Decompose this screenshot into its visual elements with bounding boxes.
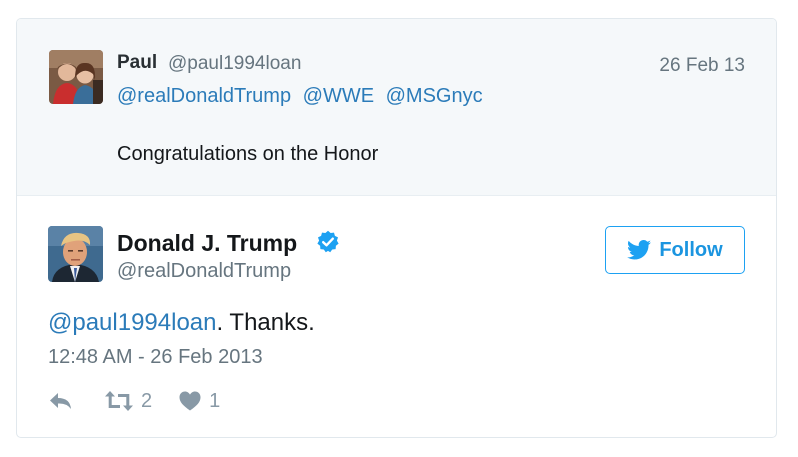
tweet-body-text: . Thanks. bbox=[216, 309, 315, 336]
tweet-timestamp[interactable]: 12:48 AM - 26 Feb 2013 bbox=[48, 346, 263, 369]
parent-tweet[interactable]: Paul @paul1994loan 26 Feb 13 @realDonald… bbox=[17, 19, 776, 196]
embedded-tweet-card: Paul @paul1994loan 26 Feb 13 @realDonald… bbox=[16, 18, 777, 438]
tweet-actions: 2 1 bbox=[48, 389, 220, 413]
retweet-count: 2 bbox=[141, 389, 153, 412]
verified-badge-icon bbox=[317, 230, 339, 253]
parent-tweet-date[interactable]: 26 Feb 13 bbox=[659, 55, 745, 77]
mention-link[interactable]: @MSGnyc bbox=[386, 85, 483, 107]
parent-tweet-text: Congratulations on the Honor bbox=[117, 143, 379, 165]
main-author-handle[interactable]: @realDonaldTrump bbox=[117, 260, 291, 283]
follow-button[interactable]: Follow bbox=[605, 226, 745, 274]
parent-tweet-mentions: @realDonaldTrump @WWE @MSGnyc bbox=[117, 85, 489, 108]
like-count: 1 bbox=[209, 389, 221, 412]
main-author-avatar[interactable] bbox=[48, 226, 103, 282]
mention-link[interactable]: @WWE bbox=[303, 85, 374, 107]
like-button[interactable]: 1 bbox=[179, 390, 220, 413]
reply-icon bbox=[50, 393, 71, 409]
main-tweet-text: @paul1994loan. Thanks. bbox=[48, 309, 315, 337]
parent-author-handle[interactable]: @paul1994loan bbox=[168, 53, 301, 75]
main-author-name[interactable]: Donald J. Trump bbox=[117, 230, 297, 257]
retweet-icon bbox=[105, 391, 133, 411]
twitter-bird-icon bbox=[627, 240, 652, 260]
mention-link[interactable]: @paul1994loan bbox=[48, 309, 217, 336]
follow-button-label: Follow bbox=[659, 238, 723, 261]
parent-author-name[interactable]: Paul bbox=[117, 52, 157, 74]
parent-author-avatar[interactable] bbox=[49, 50, 103, 104]
reply-button[interactable] bbox=[48, 391, 73, 411]
heart-icon bbox=[179, 391, 201, 411]
retweet-button[interactable]: 2 bbox=[105, 390, 152, 413]
mention-link[interactable]: @realDonaldTrump bbox=[117, 85, 291, 107]
